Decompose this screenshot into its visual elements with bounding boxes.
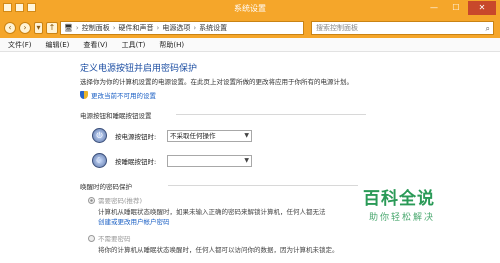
main-content: 定义电源按钮并启用密码保护 选择你为你的计算机设置的电源设置。在此页上对设置所做… <box>0 52 500 263</box>
watermark: 百科全说 助你轻松解决 <box>363 184 473 223</box>
sleep-button-row: ☾ 按睡眠按钮时: ▼ <box>92 153 252 168</box>
wake-section-title: 唤醒时的密码保护 <box>80 183 132 191</box>
page-description: 选择你为你的计算机设置的电源设置。在此页上对设置所做的更改将应用于你所有的电源计… <box>80 78 353 86</box>
address-bar[interactable]: 🖥 › 控制面板 › 硬件和声音 › 电源选项 › 系统设置 <box>60 21 304 35</box>
require-password-radio[interactable] <box>88 196 95 204</box>
power-button-row: ⏻ 按电源按钮时: 不采取任何操作 ▼ <box>92 128 252 143</box>
no-password-radio[interactable] <box>88 234 95 242</box>
breadcrumb-item[interactable]: 系统设置 <box>199 23 227 33</box>
menu-tools[interactable]: 工具(T) <box>122 40 146 50</box>
watermark-subtitle: 助你轻松解决 <box>369 213 436 223</box>
require-password-description: 计算机从睡眠状态唤醒时，如果未输入正确的密码来解锁计算机，任何人都无法 <box>98 208 326 216</box>
search-icon[interactable]: ⌕ <box>486 23 490 35</box>
change-settings-link[interactable]: 更改当前不可用的设置 <box>80 90 156 100</box>
menu-view[interactable]: 查看(V) <box>83 40 107 50</box>
navigation-bar: ‹ › ▾ ↑ 🖥 › 控制面板 › 硬件和声音 › 电源选项 › 系统设置 搜… <box>0 18 500 38</box>
menu-edit[interactable]: 编辑(E) <box>46 40 70 50</box>
sleep-button-select[interactable]: ▼ <box>167 154 252 167</box>
chevron-down-icon: ▼ <box>244 156 249 164</box>
sleep-icon: ☾ <box>92 153 107 168</box>
power-button-label: 按电源按钮时: <box>115 132 157 141</box>
power-icon: ⏻ <box>92 128 107 143</box>
require-password-option[interactable]: 需要密码(推荐) <box>88 195 142 205</box>
no-password-option[interactable]: 不需要密码 <box>88 233 131 243</box>
create-password-link[interactable]: 创建或更改用户帐户密码 <box>98 216 170 226</box>
menu-help[interactable]: 帮助(H) <box>159 40 184 50</box>
search-input[interactable]: 搜索控制面板 ⌕ <box>311 21 494 35</box>
section-divider <box>168 185 358 186</box>
menu-bar: 文件(F) 编辑(E) 查看(V) 工具(T) 帮助(H) <box>0 38 500 52</box>
back-button[interactable]: ‹ <box>4 22 16 34</box>
watermark-title: 百科全说 <box>363 189 435 209</box>
recent-dropdown-icon[interactable]: ▾ <box>34 22 43 34</box>
minimize-button[interactable]: — <box>424 1 444 15</box>
forward-button[interactable]: › <box>19 22 31 34</box>
section-divider <box>176 114 366 115</box>
page-title: 定义电源按钮并启用密码保护 <box>80 64 198 74</box>
menu-file[interactable]: 文件(F) <box>8 40 32 50</box>
chevron-down-icon: ▼ <box>244 131 249 139</box>
control-panel-icon: 🖥 <box>64 24 73 32</box>
uac-shield-icon <box>80 91 88 99</box>
power-section-title: 电源按钮和睡眠按钮设置 <box>80 112 152 120</box>
maximize-button[interactable]: ☐ <box>446 1 466 15</box>
breadcrumb-item[interactable]: 硬件和声音 <box>119 23 154 33</box>
power-button-select[interactable]: 不采取任何操作 ▼ <box>167 129 252 142</box>
no-password-description: 将你的计算机从睡眠状态唤醒时，任何人都可以访问你的数据，因为计算机未锁定。 <box>98 246 339 254</box>
breadcrumb-item[interactable]: 控制面板 <box>82 23 110 33</box>
sleep-button-label: 按睡眠按钮时: <box>115 157 157 166</box>
title-bar: 系统设置 — ☐ ✕ <box>0 0 500 18</box>
breadcrumb-item[interactable]: 电源选项 <box>162 23 190 33</box>
up-button[interactable]: ↑ <box>46 22 58 34</box>
close-button[interactable]: ✕ <box>468 1 496 15</box>
